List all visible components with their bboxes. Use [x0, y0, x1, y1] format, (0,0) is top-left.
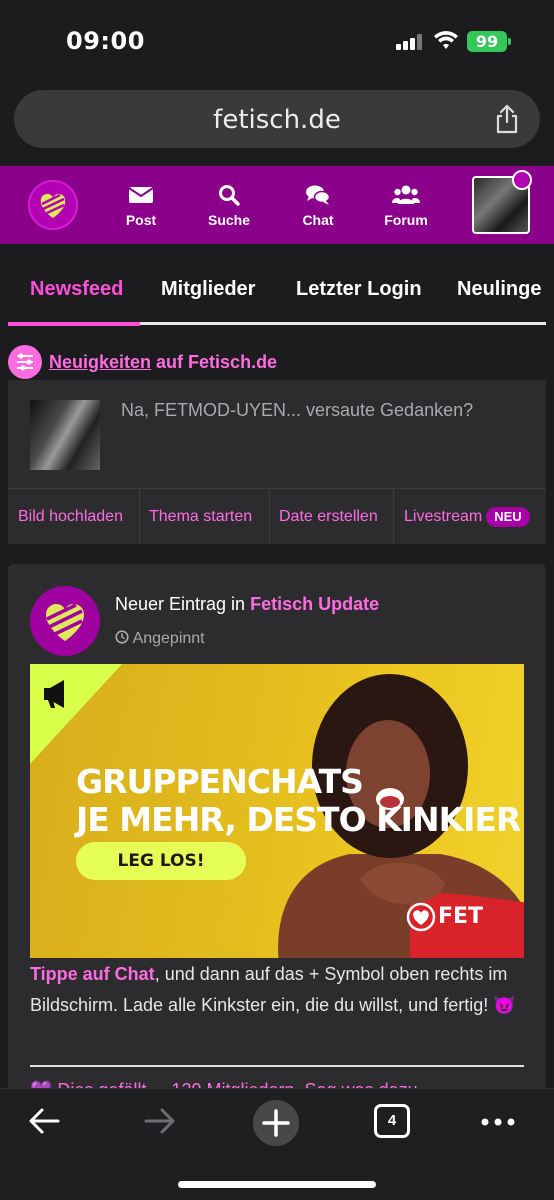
- livestream-button[interactable]: Livestream NEU: [404, 489, 530, 545]
- notification-dot: [512, 170, 532, 190]
- tab-newsfeed[interactable]: Newsfeed: [30, 278, 123, 301]
- status-bar: 09:00 99: [0, 0, 554, 84]
- new-tab-plus-icon[interactable]: [252, 1099, 300, 1147]
- envelope-icon: [128, 187, 154, 203]
- group-link[interactable]: Fetisch Update: [250, 594, 379, 614]
- banner-corner: [30, 664, 122, 764]
- chat-hint-link[interactable]: Tippe auf Chat: [30, 964, 155, 984]
- news-title-rest: auf Fetisch.de: [156, 352, 278, 372]
- nav-forum[interactable]: Forum: [371, 184, 441, 228]
- browser-toolbar: fetisch.de: [0, 84, 554, 166]
- status-time: 09:00: [66, 27, 145, 55]
- composer-actions: Bild hochladen Thema starten Date erstel…: [8, 488, 546, 545]
- sliders-icon[interactable]: [8, 345, 42, 379]
- wifi-icon: [434, 31, 458, 49]
- nav-post[interactable]: Post: [106, 184, 176, 228]
- site-logo[interactable]: [28, 180, 78, 230]
- nav-chat-label: Chat: [302, 212, 334, 228]
- share-icon[interactable]: [494, 104, 520, 134]
- tab-mitglieder[interactable]: Mitglieder: [161, 278, 255, 301]
- fet-logo-icon: [406, 902, 436, 932]
- tab-letzter-login[interactable]: Letzter Login: [296, 278, 422, 301]
- start-topic-button[interactable]: Thema starten: [149, 489, 252, 545]
- post-title-prefix: Neuer Eintrag in: [115, 594, 246, 614]
- banner-brand: FET: [438, 904, 484, 929]
- composer-input[interactable]: Na, FETMOD-UYEN... versaute Gedanken?: [121, 400, 473, 421]
- group-avatar[interactable]: [30, 586, 100, 656]
- tab-count-button[interactable]: 4: [374, 1104, 410, 1138]
- forward-arrow-icon[interactable]: [142, 1103, 178, 1139]
- post-composer: Na, FETMOD-UYEN... versaute Gedanken? Bi…: [8, 380, 546, 545]
- divider: [269, 489, 270, 545]
- pinned-text: Angepinnt: [132, 630, 205, 647]
- composer-avatar: [30, 400, 100, 470]
- nav-forum-label: Forum: [384, 212, 428, 228]
- search-icon: [219, 185, 240, 206]
- home-indicator: [178, 1181, 376, 1188]
- nav-suche-label: Suche: [207, 212, 250, 228]
- divider: [393, 489, 394, 545]
- new-badge: NEU: [486, 506, 530, 527]
- users-icon: [392, 185, 420, 204]
- divider: [139, 489, 140, 545]
- news-link[interactable]: Neuigkeiten: [49, 352, 151, 372]
- tab-count: 4: [387, 1112, 397, 1129]
- banner-headline-1: GRUPPENCHATS: [76, 762, 364, 801]
- heart-logo-icon: [46, 603, 84, 641]
- site-navbar: Post Suche Chat Forum: [0, 166, 554, 244]
- promo-banner[interactable]: GRUPPENCHATS JE MEHR, DESTO KINKIER LEG …: [30, 664, 524, 958]
- battery-indicator: 99: [467, 31, 511, 52]
- upload-image-button[interactable]: Bild hochladen: [18, 489, 123, 545]
- clock-icon: [115, 630, 129, 644]
- nav-suche[interactable]: Suche: [194, 184, 264, 228]
- pinned-label: Angepinnt: [115, 630, 205, 648]
- url-text: fetisch.de: [213, 105, 341, 135]
- post-body: Tippe auf Chat, und dann auf das + Symbo…: [30, 959, 530, 1021]
- more-icon[interactable]: [480, 1117, 516, 1127]
- heart-logo-icon: [40, 193, 66, 218]
- active-tab-indicator: [8, 322, 140, 326]
- chat-icon: [306, 185, 331, 205]
- nav-post-label: Post: [125, 212, 157, 228]
- livestream-label: Livestream: [404, 508, 483, 525]
- create-date-button[interactable]: Date erstellen: [279, 489, 378, 545]
- back-arrow-icon[interactable]: [26, 1103, 62, 1139]
- nav-chat[interactable]: Chat: [283, 184, 353, 228]
- banner-cta-button[interactable]: LEG LOS!: [76, 842, 246, 880]
- divider: [30, 1065, 524, 1067]
- feed-tabs: Newsfeed Mitglieder Letzter Login Neulin…: [0, 244, 554, 328]
- address-bar[interactable]: fetisch.de: [14, 90, 540, 148]
- banner-headline-2: JE MEHR, DESTO KINKIER: [76, 800, 521, 839]
- tab-neulinge[interactable]: Neulinge: [457, 278, 541, 301]
- signal-icon: [396, 34, 424, 50]
- post-title: Neuer Eintrag in Fetisch Update: [115, 594, 379, 615]
- feed-post: Neuer Eintrag in Fetisch Update Angepinn…: [8, 564, 546, 1104]
